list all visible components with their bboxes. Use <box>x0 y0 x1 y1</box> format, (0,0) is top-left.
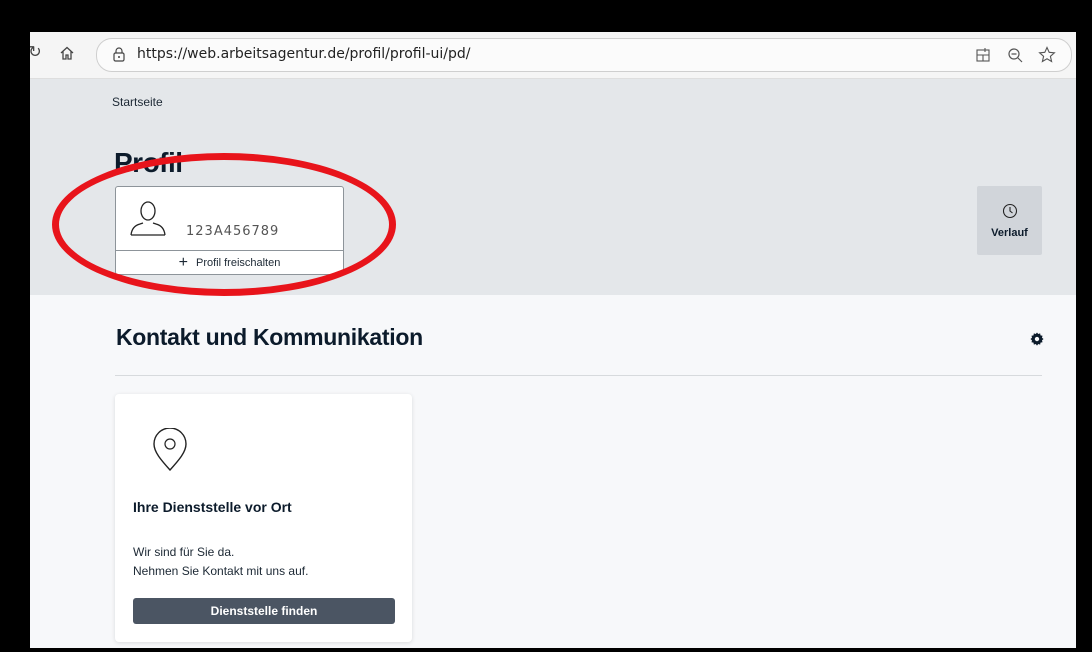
location-pin-icon <box>153 428 187 472</box>
user-icon <box>130 201 166 236</box>
profile-id: 123A456789 <box>186 224 280 239</box>
gear-icon[interactable] <box>1030 332 1044 346</box>
home-icon[interactable] <box>56 42 78 64</box>
plus-icon: + <box>178 254 188 271</box>
unlock-profile-button[interactable]: + Profil freischalten <box>116 250 343 275</box>
zoom-icon[interactable] <box>1005 45 1025 65</box>
profile-card: 123A456789 + Profil freischalten <box>115 186 344 275</box>
unlock-profile-label: Profil freischalten <box>195 257 281 269</box>
address-bar[interactable]: https://web.arbeitsagentur.de/profil/pro… <box>96 38 1072 72</box>
reload-icon[interactable]: ↻ <box>30 42 46 64</box>
find-office-button[interactable]: Dienststelle finden <box>133 598 395 624</box>
url-text: https://web.arbeitsagentur.de/profil/pro… <box>137 46 471 62</box>
browser-window: ↻ https://web.arbeitsagentur.de/profil/p… <box>30 32 1076 648</box>
breadcrumb-startseite[interactable]: Startseite <box>112 95 163 109</box>
office-card-text-2: Nehmen Sie Kontakt mit uns auf. <box>133 564 309 578</box>
history-button[interactable]: Verlauf <box>977 186 1042 255</box>
lock-icon <box>113 47 125 62</box>
browser-toolbar: ↻ https://web.arbeitsagentur.de/profil/p… <box>30 32 1076 79</box>
office-card-text-1: Wir sind für Sie da. <box>133 545 235 559</box>
office-card: Ihre Dienststelle vor Ort Wir sind für S… <box>115 394 412 642</box>
favorite-icon[interactable] <box>1037 45 1057 65</box>
clock-icon <box>1002 203 1017 218</box>
history-label: Verlauf <box>991 226 1028 239</box>
profile-header: Startseite Profil 123A456789 + Profil fr… <box>30 79 1076 295</box>
page-title: Profil <box>114 147 183 178</box>
office-card-title: Ihre Dienststelle vor Ort <box>133 499 292 515</box>
contact-section-title: Kontakt und Kommunikation <box>116 324 423 350</box>
tab-icon[interactable] <box>973 45 993 65</box>
section-divider <box>115 375 1042 376</box>
